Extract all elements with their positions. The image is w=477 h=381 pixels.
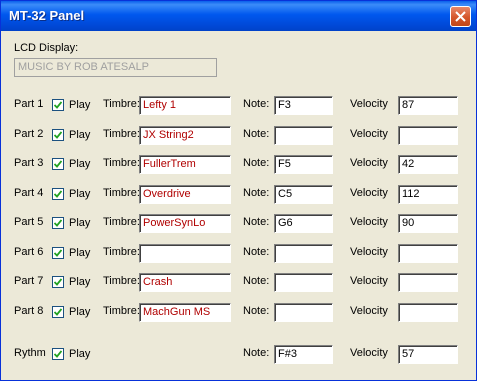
part-4-note-label: Note: bbox=[243, 187, 270, 199]
part-5-velocity-label: Velocity bbox=[350, 216, 388, 228]
close-icon bbox=[455, 11, 466, 22]
part-2-velocity-field[interactable] bbox=[398, 126, 458, 145]
part-7-velocity-field[interactable] bbox=[398, 273, 458, 292]
part-6-velocity-field[interactable] bbox=[398, 244, 458, 263]
checkmark-icon bbox=[54, 350, 62, 358]
part-6-velocity-label: Velocity bbox=[350, 246, 388, 258]
part-7-play-checkbox[interactable] bbox=[52, 276, 64, 288]
title-bar[interactable]: MT-32 Panel bbox=[1, 1, 476, 31]
part-6-note-field[interactable] bbox=[274, 244, 333, 263]
part-4-label: Part 4 bbox=[14, 187, 44, 199]
part-4-timbre-field[interactable]: Overdrive bbox=[139, 185, 231, 204]
part-3-note-field[interactable]: F5 bbox=[274, 155, 333, 174]
part-6-play-label: Play bbox=[69, 247, 91, 259]
mt32-panel-window: MT-32 Panel LCD Display: MUSIC BY ROB AT… bbox=[0, 0, 477, 381]
part-2-note-field[interactable] bbox=[274, 126, 333, 145]
part-4-velocity-label: Velocity bbox=[350, 187, 388, 199]
part-6-play-checkbox[interactable] bbox=[52, 247, 64, 259]
part-1-play-label: Play bbox=[69, 99, 91, 111]
part-2-label: Part 2 bbox=[14, 128, 44, 140]
part-3-timbre-field[interactable]: FullerTrem bbox=[139, 155, 231, 174]
part-6-note-label: Note: bbox=[243, 246, 270, 258]
part-8-timbre-field[interactable]: MachGun MS bbox=[139, 303, 231, 322]
checkmark-icon bbox=[54, 308, 62, 316]
rhythm-velocity-field[interactable]: 57 bbox=[398, 345, 458, 364]
part-5-play-label: Play bbox=[69, 217, 91, 229]
part-8-play-label: Play bbox=[69, 306, 91, 318]
part-4-play-label: Play bbox=[69, 188, 91, 200]
part-7-label: Part 7 bbox=[14, 275, 44, 287]
checkmark-icon bbox=[54, 249, 62, 257]
part-8-timbre-label: Timbre: bbox=[103, 305, 140, 317]
part-4-play-checkbox[interactable] bbox=[52, 188, 64, 200]
part-1-velocity-label: Velocity bbox=[350, 98, 388, 110]
part-5-label: Part 5 bbox=[14, 216, 44, 228]
part-5-velocity-field[interactable]: 90 bbox=[398, 214, 458, 233]
part-3-play-checkbox[interactable] bbox=[52, 158, 64, 170]
part-1-play-checkbox[interactable] bbox=[52, 99, 64, 111]
part-1-note-field[interactable]: F3 bbox=[274, 96, 333, 115]
rhythm-note-field[interactable]: F#3 bbox=[274, 345, 333, 364]
checkmark-icon bbox=[54, 131, 62, 139]
part-5-note-field[interactable]: G6 bbox=[274, 214, 333, 233]
part-6-timbre-field[interactable] bbox=[139, 244, 231, 263]
checkmark-icon bbox=[54, 219, 62, 227]
part-3-play-label: Play bbox=[69, 158, 91, 170]
part-2-timbre-field[interactable]: JX String2 bbox=[139, 126, 231, 145]
part-5-timbre-label: Timbre: bbox=[103, 216, 140, 228]
part-7-velocity-label: Velocity bbox=[350, 275, 388, 287]
window-title: MT-32 Panel bbox=[9, 8, 85, 23]
checkmark-icon bbox=[54, 101, 62, 109]
part-8-velocity-label: Velocity bbox=[350, 305, 388, 317]
part-3-velocity-label: Velocity bbox=[350, 157, 388, 169]
part-8-note-label: Note: bbox=[243, 305, 270, 317]
rhythm-play-checkbox[interactable] bbox=[52, 348, 64, 360]
checkmark-icon bbox=[54, 160, 62, 168]
part-8-velocity-field[interactable] bbox=[398, 303, 458, 322]
part-4-note-field[interactable]: C5 bbox=[274, 185, 333, 204]
part-5-timbre-field[interactable]: PowerSynLo bbox=[139, 214, 231, 233]
close-button[interactable] bbox=[450, 6, 471, 27]
part-2-play-checkbox[interactable] bbox=[52, 129, 64, 141]
part-8-play-checkbox[interactable] bbox=[52, 306, 64, 318]
part-2-play-label: Play bbox=[69, 129, 91, 141]
part-2-velocity-label: Velocity bbox=[350, 128, 388, 140]
part-1-timbre-label: Timbre: bbox=[103, 98, 140, 110]
part-7-note-label: Note: bbox=[243, 275, 270, 287]
part-7-note-field[interactable] bbox=[274, 273, 333, 292]
rhythm-play-label: Play bbox=[69, 348, 91, 360]
part-1-timbre-field[interactable]: Lefty 1 bbox=[139, 96, 231, 115]
part-5-note-label: Note: bbox=[243, 216, 270, 228]
part-6-label: Part 6 bbox=[14, 246, 44, 258]
part-3-label: Part 3 bbox=[14, 157, 44, 169]
part-8-note-field[interactable] bbox=[274, 303, 333, 322]
rhythm-note-label: Note: bbox=[243, 347, 270, 359]
part-3-velocity-field[interactable]: 42 bbox=[398, 155, 458, 174]
part-7-timbre-label: Timbre: bbox=[103, 275, 140, 287]
checkmark-icon bbox=[54, 278, 62, 286]
rhythm-label: Rythm bbox=[14, 347, 46, 359]
part-7-play-label: Play bbox=[69, 276, 91, 288]
lcd-display-field: MUSIC BY ROB ATESALP bbox=[14, 58, 217, 77]
part-1-velocity-field[interactable]: 87 bbox=[398, 96, 458, 115]
part-1-note-label: Note: bbox=[243, 98, 270, 110]
part-2-timbre-label: Timbre: bbox=[103, 128, 140, 140]
part-2-note-label: Note: bbox=[243, 128, 270, 140]
part-4-timbre-label: Timbre: bbox=[103, 187, 140, 199]
part-8-label: Part 8 bbox=[14, 305, 44, 317]
rhythm-velocity-label: Velocity bbox=[350, 347, 388, 359]
lcd-display-label: LCD Display: bbox=[14, 42, 79, 54]
checkmark-icon bbox=[54, 190, 62, 198]
part-4-velocity-field[interactable]: 112 bbox=[398, 185, 458, 204]
part-3-timbre-label: Timbre: bbox=[103, 157, 140, 169]
part-1-label: Part 1 bbox=[14, 98, 44, 110]
part-6-timbre-label: Timbre: bbox=[103, 246, 140, 258]
part-3-note-label: Note: bbox=[243, 157, 270, 169]
part-5-play-checkbox[interactable] bbox=[52, 217, 64, 229]
part-7-timbre-field[interactable]: Crash bbox=[139, 273, 231, 292]
